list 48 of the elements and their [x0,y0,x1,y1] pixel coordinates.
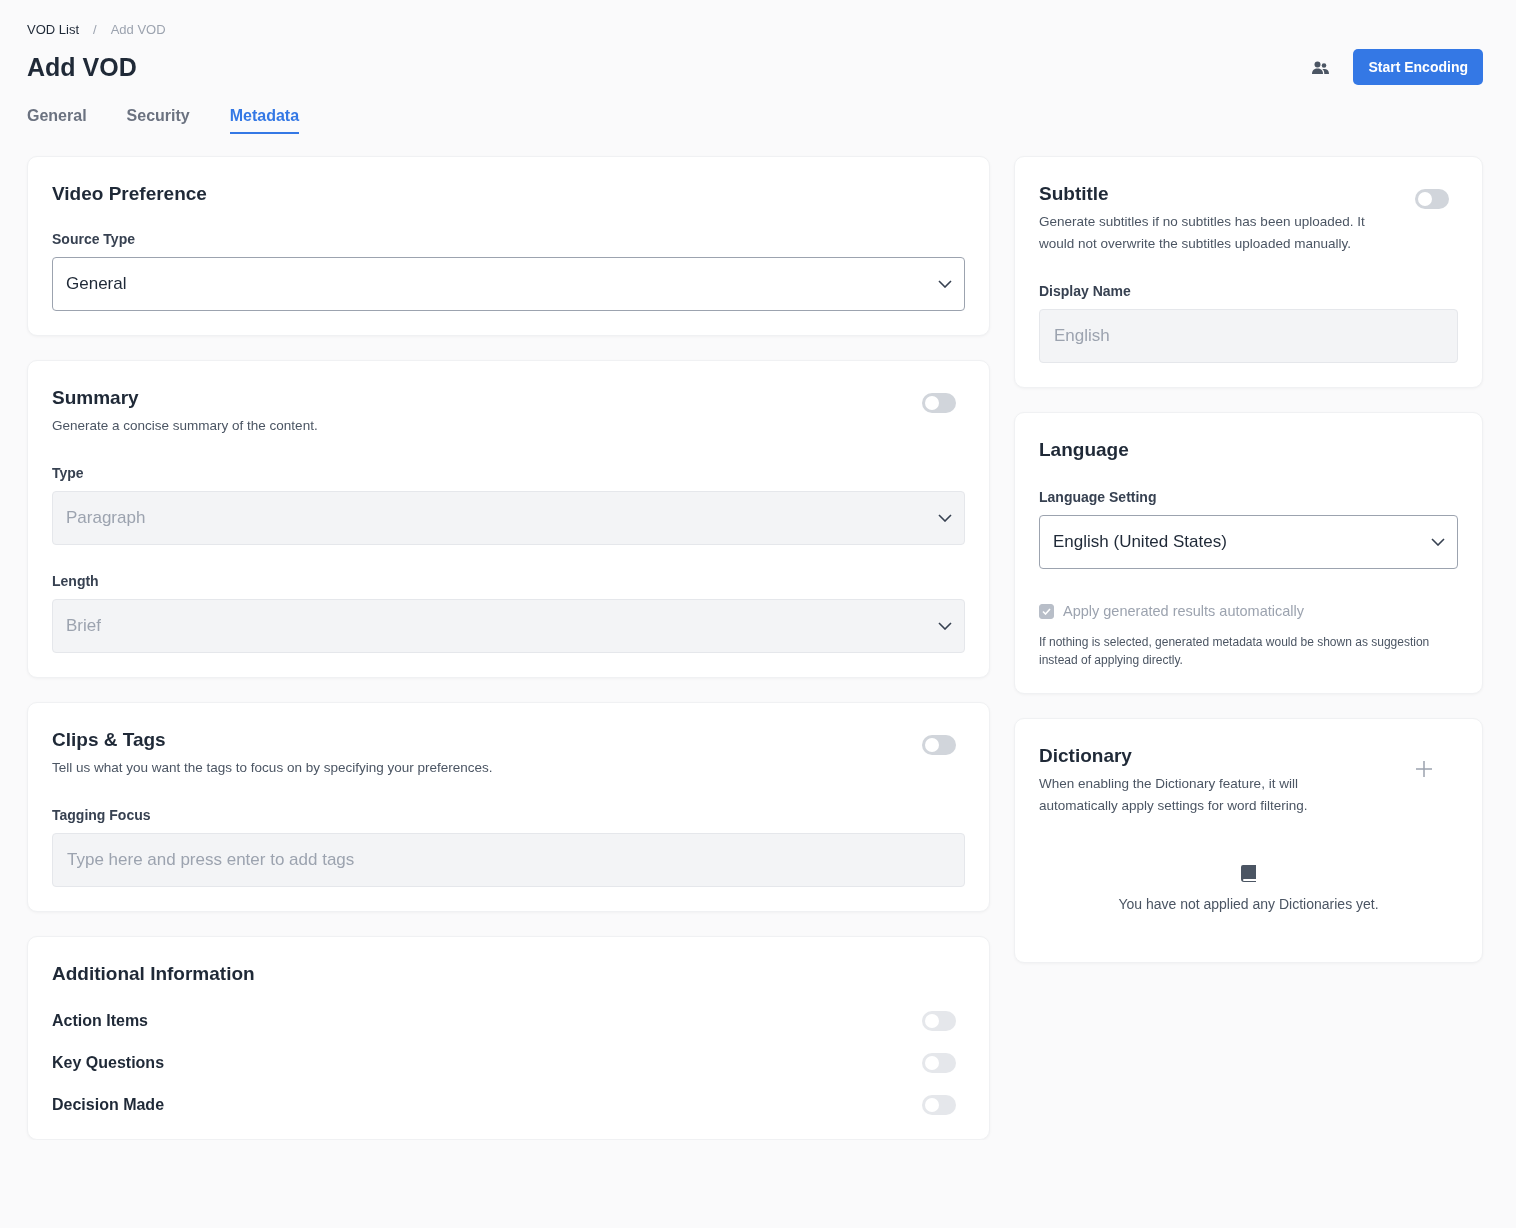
caret-icon [938,280,952,288]
field-label: Tagging Focus [52,807,152,823]
empty-state-text: You have not applied any Dictionaries yet. [1118,896,1379,912]
card-title: Additional Information [52,963,255,985]
card-description: Generate a concise summary of the content. [52,417,318,435]
text-input[interactable]: Type here and press enter to add tags [52,833,965,887]
switch-label: Key Questions [52,1054,165,1072]
field-label: Type [52,465,85,481]
switch-label: Decision Made [52,1096,165,1114]
card-title: Summary [52,387,140,409]
dropdown-select: Paragraph [52,491,965,545]
page-title: Add VOD [27,52,137,82]
dropdown-select: Brief [52,599,965,653]
tab[interactable]: Metadata [229,103,300,134]
switch-label: Action Items [52,1012,148,1030]
dropdown-select[interactable]: English (United States) [1039,515,1458,569]
caret-icon [938,514,952,522]
field-label: Length [52,573,100,589]
checkbox-label: Apply generated results automatically [1063,603,1304,619]
dropdown-select[interactable]: General [52,257,965,311]
users-icon[interactable] [1312,60,1330,74]
toggle-switch[interactable] [922,735,956,755]
caret-icon [1431,538,1445,546]
plus-icon[interactable] [1416,761,1432,777]
helper-text: If nothing is selected, generated metadata would be shown as suggestion instead of applying directly. [1039,634,1431,669]
text-input[interactable]: English [1039,309,1458,363]
field-label: Source Type [52,231,136,247]
breadcrumb-separator: / [93,22,97,37]
toggle-switch[interactable] [922,393,956,413]
breadcrumb-link[interactable]: VOD List [27,22,79,37]
card-title: Video Preference [52,183,207,205]
field-label: Display Name [1039,283,1132,299]
breadcrumb-current: Add VOD [110,22,166,37]
tab[interactable]: Security [126,103,190,134]
card-title: Clips & Tags [52,729,167,751]
card-title: Dictionary [1039,745,1133,767]
start-encoding-button[interactable]: Start Encoding [1353,49,1483,85]
check-icon [1042,607,1051,615]
field-label: Language Setting [1039,489,1158,505]
card-title: Subtitle [1039,183,1110,205]
card-description: When enabling the Dictionary feature, it will automatically apply settings for word filtering. [1039,775,1309,815]
card-title: Language [1039,439,1129,461]
caret-icon [938,622,952,630]
card-description: Tell us what you want the tags to focus on by specifying your preferences. [52,759,493,777]
book-icon [1241,865,1256,882]
toggle-switch[interactable] [1415,189,1449,209]
tab[interactable]: General [27,103,87,134]
card-description: Generate subtitles if no subtitles has been uploaded. It would not overwrite the subtitles uploaded manually. [1039,213,1366,253]
